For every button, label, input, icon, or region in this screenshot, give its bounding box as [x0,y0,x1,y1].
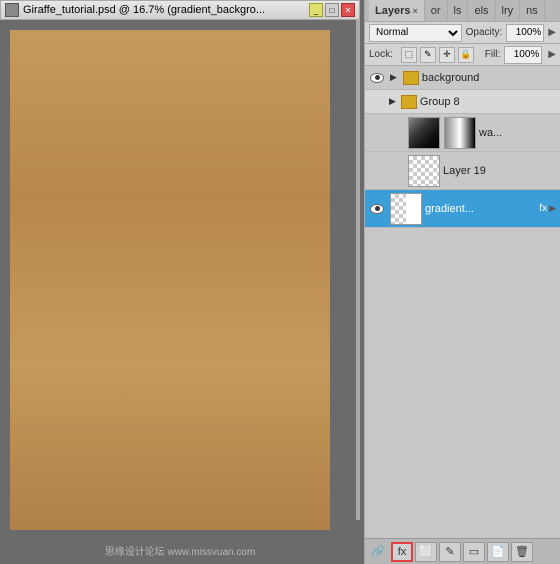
list-item[interactable]: ▶ Group 8 [365,90,560,114]
minimize-button[interactable]: _ [309,3,323,17]
eye-icon [370,204,384,214]
add-mask-button[interactable]: ⬜ [415,542,437,562]
blend-mode-select[interactable]: Normal Multiply Screen [369,24,462,42]
fill-label: Fill: [485,49,501,60]
thumb-dark-gradient [409,118,439,148]
group-icon-group8 [401,95,417,109]
new-layer-button[interactable]: 📄 [487,542,509,562]
fx-badge-gradient: fx [539,203,547,214]
layers-toolbar: 🔗 fx ⬜ ✎ ▭ 📄 🗑 [365,538,560,564]
tab-ns[interactable]: ns [520,0,545,21]
window-controls: _ □ ✕ [309,3,355,17]
list-item[interactable]: ▶ background [365,66,560,90]
fill-expand-icon[interactable]: ▶ [548,49,556,60]
layer-thumbnail-layer19 [408,155,440,187]
lock-row: Lock: ⬚ ✎ ✛ 🔒 Fill: ▶ [365,44,560,66]
layer-name-wa: wa... [479,127,558,139]
fx-label: fx [398,546,407,558]
lock-position-btn[interactable]: ✛ [439,47,455,63]
delete-layer-button[interactable]: 🗑 [511,542,533,562]
adjustment-icon: ✎ [445,545,454,558]
expand-arrow-gradient[interactable]: ▶ [549,203,556,214]
canvas-document [10,30,330,530]
canvas-scrollbar[interactable] [356,20,360,520]
layer-visibility-background[interactable] [367,73,387,83]
tab-or[interactable]: or [425,0,448,21]
adjustment-button[interactable]: ✎ [439,542,461,562]
canvas-area [0,20,360,564]
mask-icon: ⬜ [419,545,433,558]
layers-list: ▶ background ▶ Group 8 wa... [365,66,560,538]
list-item[interactable]: wa... [365,114,560,152]
list-item[interactable]: gradient... fx ▶ [365,190,560,228]
collapse-arrow-background[interactable]: ▶ [390,72,397,83]
maximize-button[interactable]: □ [325,3,339,17]
opacity-label: Opacity: [466,27,503,38]
lock-image-btn[interactable]: ✎ [420,47,436,63]
opacity-input[interactable] [506,24,544,42]
layer-visibility-gradient[interactable] [367,204,387,214]
eye-icon [370,73,384,83]
panel-tabs: Layers × or ls els lry ns [365,0,560,22]
list-item[interactable]: Layer 19 [365,152,560,190]
group-icon: ▭ [469,545,479,558]
layer-name-gradient: gradient... [425,203,539,215]
layer-name-background: background [422,72,558,84]
fx-button[interactable]: fx [391,542,413,562]
layer-thumbnail-gradient [390,193,422,225]
tab-els[interactable]: els [468,0,495,21]
collapse-arrow-group8[interactable]: ▶ [389,96,396,107]
tab-layers[interactable]: Layers × [369,0,425,21]
close-button[interactable]: ✕ [341,3,355,17]
app-icon [5,3,19,17]
lock-transparent-btn[interactable]: ⬚ [401,47,417,63]
layer-name-layer19: Layer 19 [443,165,558,177]
layer-mask-thumbnail-wa [444,117,476,149]
tab-lry[interactable]: lry [496,0,521,21]
fill-input[interactable] [504,46,542,64]
layer-thumbnail-wa [408,117,440,149]
opacity-expand-icon[interactable]: ▶ [548,27,556,38]
link-icon[interactable]: 🔗 [369,545,387,559]
tab-ls[interactable]: ls [448,0,469,21]
blend-row: Normal Multiply Screen Opacity: ▶ [365,22,560,44]
thumb-gradient [445,118,475,148]
group-icon-background [403,71,419,85]
delete-icon: 🗑 [515,545,529,558]
lock-all-btn[interactable]: 🔒 [458,47,474,63]
title-bar: Giraffe_tutorial.psd @ 16.7% (gradient_b… [0,0,360,20]
window-title: Giraffe_tutorial.psd @ 16.7% (gradient_b… [23,4,309,16]
layers-panel: Layers × or ls els lry ns Normal Multipl… [364,0,560,564]
group-button[interactable]: ▭ [463,542,485,562]
lock-icons: ⬚ ✎ ✛ 🔒 [401,47,474,63]
lock-label: Lock: [369,49,393,60]
new-layer-icon: 📄 [491,545,505,558]
layer-name-group8: Group 8 [420,96,558,108]
